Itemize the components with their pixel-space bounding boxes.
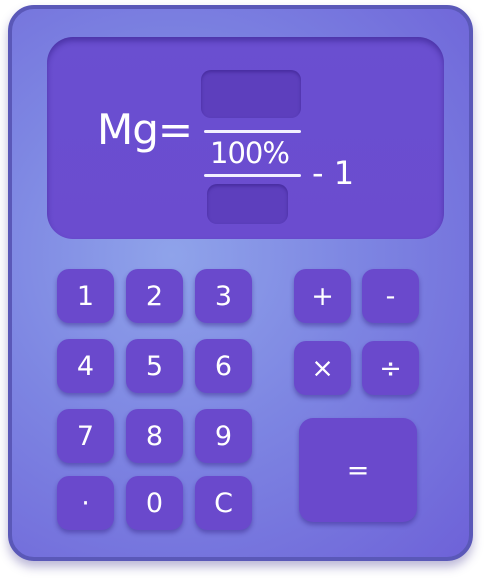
key-1[interactable]: 1 [57, 269, 114, 323]
display-screen: Mg= 100% - 1 [47, 37, 444, 239]
denominator-input-slot[interactable] [207, 184, 288, 224]
key-clear[interactable]: C [195, 476, 252, 530]
fraction-bar-bottom [204, 174, 301, 177]
key-plus[interactable]: + [294, 269, 351, 323]
key-6[interactable]: 6 [195, 339, 252, 393]
calculator-body: Mg= 100% - 1 1 2 3 4 5 6 7 8 9 · 0 C + -… [8, 5, 473, 561]
key-0[interactable]: 0 [126, 476, 183, 530]
key-decimal[interactable]: · [57, 476, 114, 530]
key-5[interactable]: 5 [126, 339, 183, 393]
fraction-bar-top [204, 130, 301, 133]
numerator-input-slot[interactable] [201, 70, 301, 118]
key-divide[interactable]: ÷ [362, 341, 419, 395]
key-multiply[interactable]: × [294, 341, 351, 395]
key-4[interactable]: 4 [57, 339, 114, 393]
key-equals[interactable]: = [299, 418, 417, 522]
key-3[interactable]: 3 [195, 269, 252, 323]
key-9[interactable]: 9 [195, 409, 252, 463]
key-7[interactable]: 7 [57, 409, 114, 463]
formula-suffix: - 1 [312, 154, 355, 192]
key-2[interactable]: 2 [126, 269, 183, 323]
key-8[interactable]: 8 [126, 409, 183, 463]
key-minus[interactable]: - [362, 269, 419, 323]
formula-label: Mg= [97, 105, 193, 154]
percent-value: 100% [210, 136, 290, 170]
